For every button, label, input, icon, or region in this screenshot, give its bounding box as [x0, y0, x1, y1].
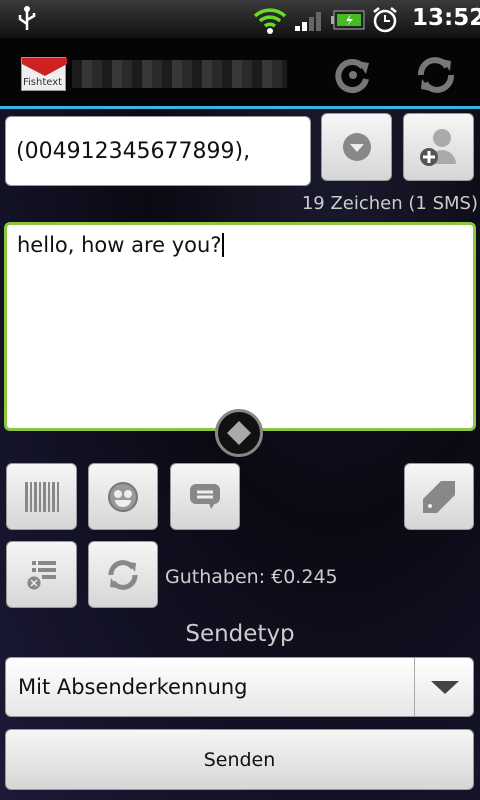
smiley-icon — [108, 481, 138, 512]
clock: 13:52 — [412, 5, 480, 31]
send-type-select[interactable]: Mit Absenderkennung — [5, 657, 474, 717]
barcode-icon — [24, 481, 59, 512]
select-arrow — [414, 658, 474, 716]
tag-icon — [423, 480, 455, 513]
expand-diamond-icon — [227, 421, 251, 445]
signal-icon — [295, 12, 321, 31]
balance-label: Guthaben: €0.245 — [165, 566, 338, 588]
refresh-icon[interactable] — [333, 55, 373, 95]
speech-bubble-icon — [190, 483, 220, 509]
sync-icon — [108, 559, 138, 590]
barcode-button[interactable] — [6, 463, 77, 530]
usb-icon — [18, 6, 36, 30]
recipient-dropdown-button[interactable] — [321, 113, 392, 181]
wifi-icon — [253, 8, 287, 34]
message-textarea[interactable]: hello, how are you? — [4, 222, 476, 431]
app-logo: Fishtext — [21, 57, 67, 91]
templates-button[interactable] — [170, 463, 240, 530]
status-bar: 13:52 — [0, 0, 480, 38]
expand-toggle-button[interactable] — [215, 409, 263, 457]
battery-charging-icon — [331, 10, 365, 30]
message-text: hello, how are you? — [17, 233, 222, 257]
text-cursor — [222, 233, 225, 257]
send-type-value: Mit Absenderkennung — [18, 675, 248, 699]
char-count: 19 Zeichen (1 SMS) — [301, 193, 478, 214]
list-delete-icon — [26, 560, 56, 590]
app-bar: Fishtext — [0, 38, 480, 107]
chevron-down-circle-icon — [342, 133, 371, 161]
emoticon-button[interactable] — [88, 463, 158, 530]
divider — [0, 106, 480, 109]
send-button[interactable]: Senden — [5, 729, 474, 790]
refresh-balance-button[interactable] — [88, 541, 158, 608]
add-contact-button[interactable] — [403, 113, 474, 181]
sync-icon[interactable] — [415, 55, 457, 95]
tag-button[interactable] — [404, 463, 474, 530]
add-contact-icon — [419, 129, 456, 166]
chevron-down-icon — [430, 681, 459, 694]
recipient-input[interactable]: (004912345677899), — [5, 116, 311, 186]
alarm-icon — [373, 7, 397, 33]
send-type-label: Sendetyp — [185, 621, 295, 647]
logo-text: Fishtext — [23, 77, 63, 88]
clear-list-button[interactable] — [6, 541, 77, 608]
account-name-pixelated — [72, 60, 287, 88]
